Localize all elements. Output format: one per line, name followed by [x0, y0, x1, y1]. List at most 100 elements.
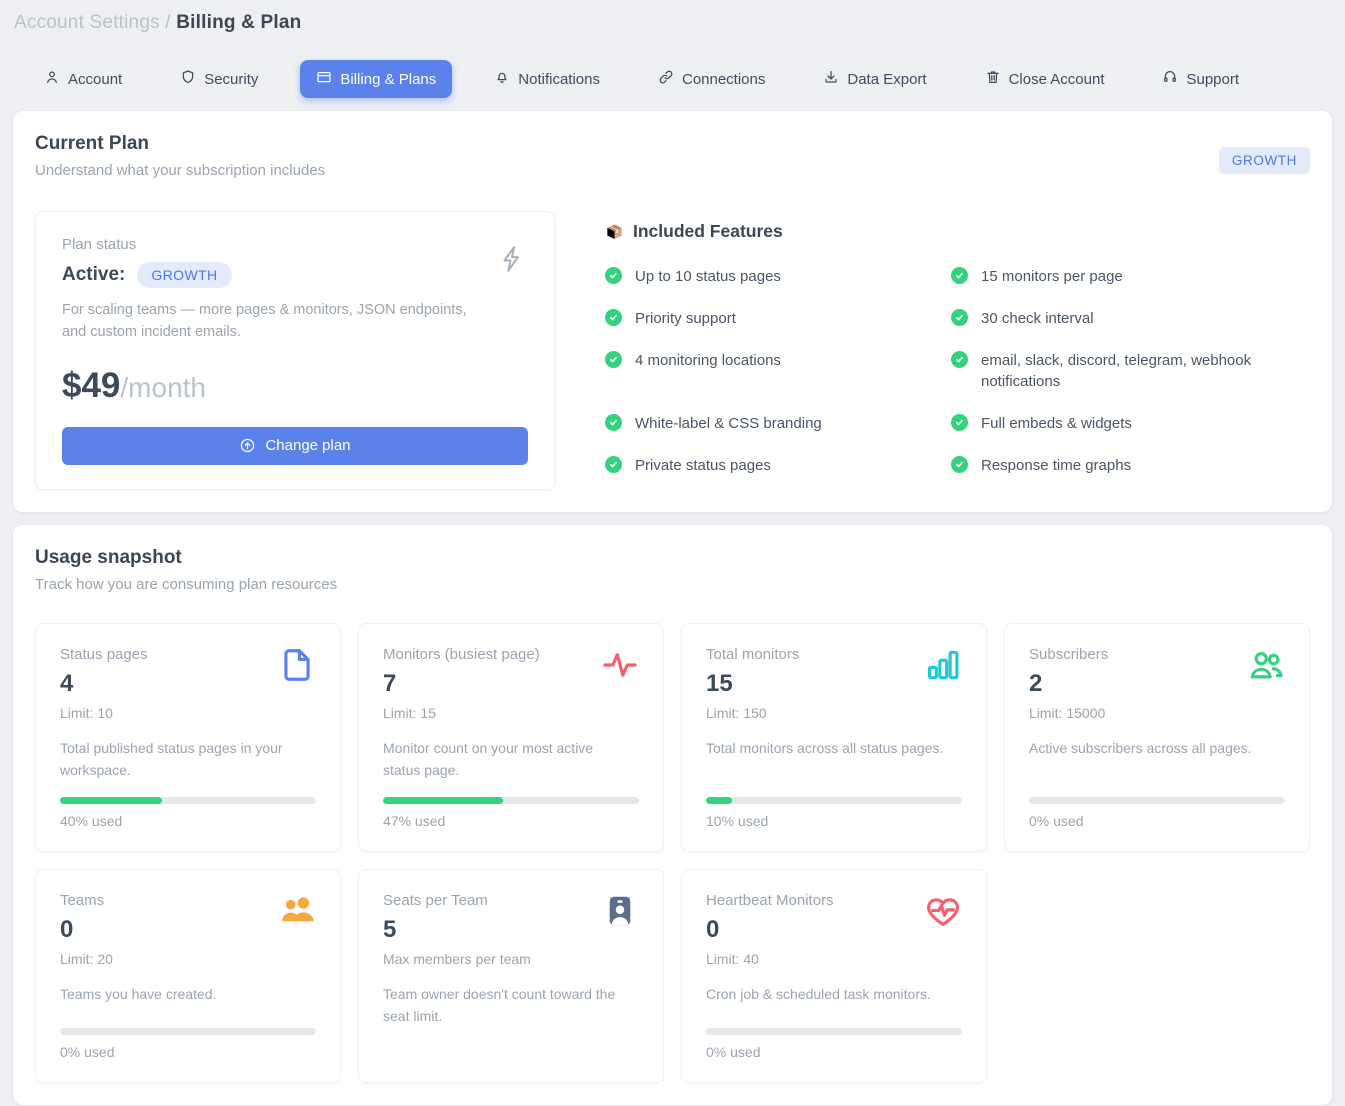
progress-fill: [706, 797, 732, 804]
credit-card-icon: [316, 69, 332, 89]
settings-tab[interactable]: Close Account: [969, 60, 1121, 98]
progress-fill: [60, 797, 162, 804]
feature-label: Full embeds & widgets: [981, 413, 1132, 435]
metric-value: 2: [1029, 670, 1108, 698]
usage-card: Teams 0 Limit: 20 Teams you have created…: [35, 869, 341, 1083]
usage-card: Total monitors 15 Limit: 150 Total monit…: [681, 623, 987, 852]
metric-progress: 0% used: [1029, 781, 1285, 829]
usage-card: Status pages 4 Limit: 10 Total published…: [35, 623, 341, 852]
metric-description: Teams you have created.: [60, 984, 316, 1006]
tab-label: Security: [204, 71, 258, 88]
metric-limit: Max members per team: [383, 951, 531, 967]
feature-item: White-label & CSS branding: [605, 413, 951, 435]
feature-label: White-label & CSS branding: [635, 413, 822, 435]
metric-value: 15: [706, 670, 799, 698]
person-icon: [44, 69, 60, 89]
metric-progress: 0% used: [706, 1012, 962, 1060]
feature-item: email, slack, discord, telegram, webhook…: [951, 350, 1291, 394]
tab-label: Close Account: [1009, 71, 1105, 88]
plan-active-badge: GROWTH: [137, 262, 231, 288]
settings-tab[interactable]: Notifications: [478, 60, 616, 98]
lightning-bolt-icon: [496, 242, 526, 281]
metric-description: Active subscribers across all pages.: [1029, 738, 1285, 760]
headset-icon: [1162, 69, 1178, 89]
metric-used-label: 10% used: [706, 813, 962, 829]
progress-track: [60, 1028, 316, 1035]
metric-limit: Limit: 20: [60, 951, 113, 967]
check-circle-icon: [951, 351, 968, 368]
check-circle-icon: [605, 414, 622, 431]
usage-subtitle: Track how you are consuming plan resourc…: [35, 576, 1310, 593]
settings-tab[interactable]: Data Export: [807, 60, 942, 98]
progress-track: [383, 797, 639, 804]
features-list: Up to 10 status pages 15 monitors per pa…: [605, 266, 1310, 477]
metric-progress: 0% used: [60, 1012, 316, 1060]
metric-limit: Limit: 10: [60, 705, 148, 721]
metric-used-label: 40% used: [60, 813, 316, 829]
feature-item: 4 monitoring locations: [605, 350, 951, 394]
metric-progress: 40% used: [60, 781, 316, 829]
settings-tab-bar: Account Security Billing & Plans Notif: [28, 60, 1345, 98]
feature-item: 15 monitors per page: [951, 266, 1291, 288]
metric-limit: Limit: 15: [383, 705, 540, 721]
metric-limit: Limit: 40: [706, 951, 834, 967]
progress-fill: [383, 797, 503, 804]
check-circle-icon: [951, 309, 968, 326]
change-plan-label: Change plan: [265, 437, 350, 454]
check-circle-icon: [951, 267, 968, 284]
change-plan-button[interactable]: Change plan: [62, 427, 528, 465]
current-plan-subtitle: Understand what your subscription includ…: [35, 162, 1310, 179]
download-icon: [823, 69, 839, 89]
tab-label: Account: [68, 71, 122, 88]
metric-progress: 10% used: [706, 781, 962, 829]
metric-title: Teams: [60, 892, 113, 909]
metric-value: 4: [60, 670, 148, 698]
feature-label: Response time graphs: [981, 455, 1131, 477]
metric-description: Cron job & scheduled task monitors.: [706, 984, 962, 1006]
usage-card: Monitors (busiest page) 7 Limit: 15 Moni…: [358, 623, 664, 852]
metric-limit: Limit: 150: [706, 705, 799, 721]
breadcrumb: Account Settings / Billing & Plan: [0, 0, 1345, 34]
feature-label: Private status pages: [635, 455, 771, 477]
plan-status-card: Plan status Active: GROWTH For scaling t…: [35, 211, 555, 490]
metric-title: Total monitors: [706, 646, 799, 663]
metric-title: Status pages: [60, 646, 148, 663]
plan-status-label: Plan status: [62, 236, 528, 253]
trash-icon: [985, 69, 1001, 89]
metric-value: 7: [383, 670, 540, 698]
feature-item: Private status pages: [605, 455, 951, 477]
page-title: Billing & Plan: [176, 12, 301, 33]
feature-label: Up to 10 status pages: [635, 266, 781, 288]
metric-description: Total monitors across all status pages.: [706, 738, 962, 760]
metric-description: Team owner doesn't count toward the seat…: [383, 984, 639, 1027]
settings-tab[interactable]: Support: [1146, 60, 1255, 98]
shield-icon: [180, 69, 196, 89]
metric-used-label: 0% used: [60, 1044, 316, 1060]
metric-title: Subscribers: [1029, 646, 1108, 663]
feature-label: 15 monitors per page: [981, 266, 1123, 288]
check-circle-icon: [951, 414, 968, 431]
metric-title: Monitors (busiest page): [383, 646, 540, 663]
progress-track: [1029, 797, 1285, 804]
settings-tab[interactable]: Security: [164, 60, 274, 98]
heart-pulse-icon: [924, 917, 962, 934]
feature-item: Response time graphs: [951, 455, 1291, 477]
settings-tab[interactable]: Billing & Plans: [300, 60, 452, 98]
feature-item: Up to 10 status pages: [605, 266, 951, 288]
tab-label: Billing & Plans: [340, 71, 436, 88]
link-icon: [658, 69, 674, 89]
settings-tab[interactable]: Connections: [642, 60, 781, 98]
users-outline-icon: [1247, 671, 1285, 688]
metric-value: 0: [60, 916, 113, 944]
metric-value: 5: [383, 916, 531, 944]
bell-icon: [494, 69, 510, 89]
progress-track: [706, 797, 962, 804]
usage-card: Seats per Team 5 Max members per team Te…: [358, 869, 664, 1083]
breadcrumb-parent[interactable]: Account Settings /: [14, 12, 171, 33]
check-circle-icon: [605, 456, 622, 473]
settings-tab[interactable]: Account: [28, 60, 138, 98]
plan-description: For scaling teams — more pages & monitor…: [62, 299, 492, 344]
tab-label: Data Export: [847, 71, 926, 88]
file-icon: [278, 671, 316, 688]
metric-limit: Limit: 15000: [1029, 705, 1108, 721]
